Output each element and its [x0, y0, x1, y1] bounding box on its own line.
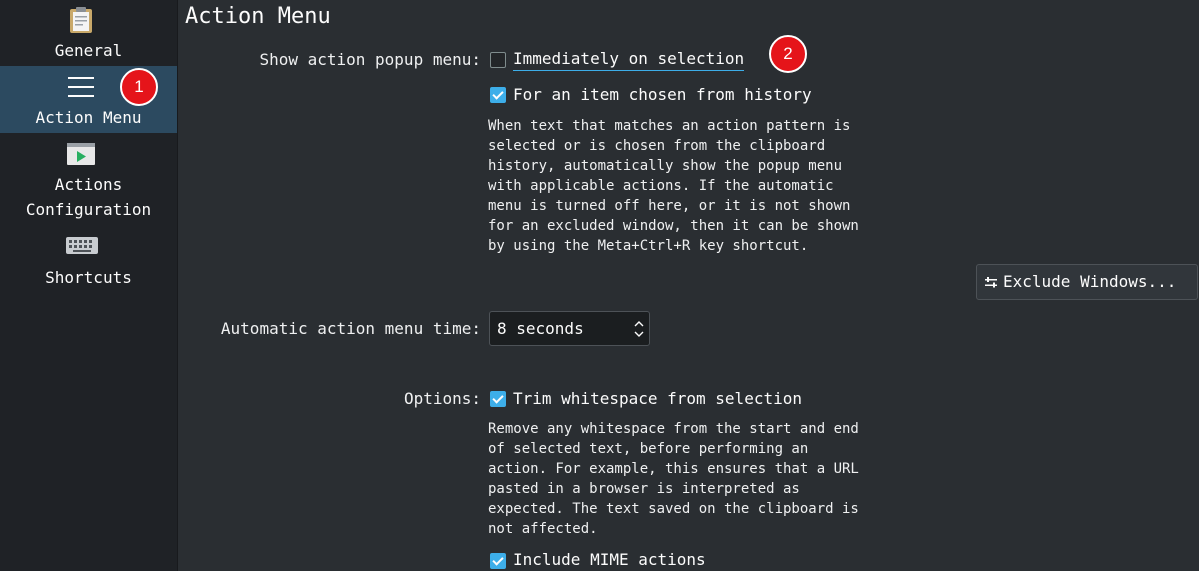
settings-window: General Action Menu Actions Configuratio…	[0, 0, 1199, 571]
sidebar-item-label: Shortcuts	[45, 268, 132, 287]
include-mime-label[interactable]: Include MIME actions	[513, 549, 706, 571]
from-history-label[interactable]: For an item chosen from history	[513, 84, 812, 106]
from-history-checkbox[interactable]	[490, 87, 506, 103]
main-panel: Action Menu Show action popup menu: Imme…	[178, 0, 1199, 571]
sidebar-item-actions-configuration[interactable]: Actions Configuration	[0, 133, 177, 228]
menu-time-label: Automatic action menu time:	[220, 319, 481, 338]
trim-whitespace-checkbox[interactable]	[490, 391, 506, 407]
immediately-on-selection-label[interactable]: Immediately on selection	[513, 48, 745, 71]
options-label: Options:	[403, 389, 481, 408]
menu-time-spinbox[interactable]: 8 seconds	[489, 311, 650, 346]
show-popup-label: Show action popup menu:	[259, 50, 481, 69]
clipboard-icon	[70, 7, 92, 33]
sidebar-item-label: General	[54, 41, 123, 60]
immediately-on-selection-checkbox[interactable]	[490, 52, 506, 68]
settings-sliders-icon	[985, 277, 997, 288]
show-popup-description: When text that matches an action pattern…	[488, 118, 859, 254]
sidebar-item-label: Actions	[54, 175, 123, 194]
exclude-windows-button[interactable]: Exclude Windows...	[976, 264, 1198, 300]
menu-icon	[68, 77, 94, 97]
sidebar-item-shortcuts[interactable]: Shortcuts	[0, 228, 177, 294]
sidebar-item-general[interactable]: General	[0, 0, 177, 66]
menu-time-value: 8 seconds	[497, 319, 584, 338]
spin-arrows-icon[interactable]	[634, 320, 644, 338]
sidebar: General Action Menu Actions Configuratio…	[0, 0, 178, 571]
keyboard-icon	[66, 237, 98, 254]
annotation-badge-1: 1	[120, 68, 158, 106]
play-window-icon	[67, 143, 95, 165]
sidebar-item-label: Configuration	[25, 200, 152, 219]
page-title: Action Menu	[185, 4, 331, 29]
trim-whitespace-label[interactable]: Trim whitespace from selection	[513, 388, 802, 410]
annotation-badge-2: 2	[769, 35, 807, 73]
trim-description: Remove any whitespace from the start and…	[488, 421, 859, 537]
include-mime-checkbox[interactable]	[490, 553, 506, 569]
exclude-windows-label: Exclude Windows...	[1003, 272, 1177, 291]
sidebar-item-label: Action Menu	[35, 108, 142, 127]
